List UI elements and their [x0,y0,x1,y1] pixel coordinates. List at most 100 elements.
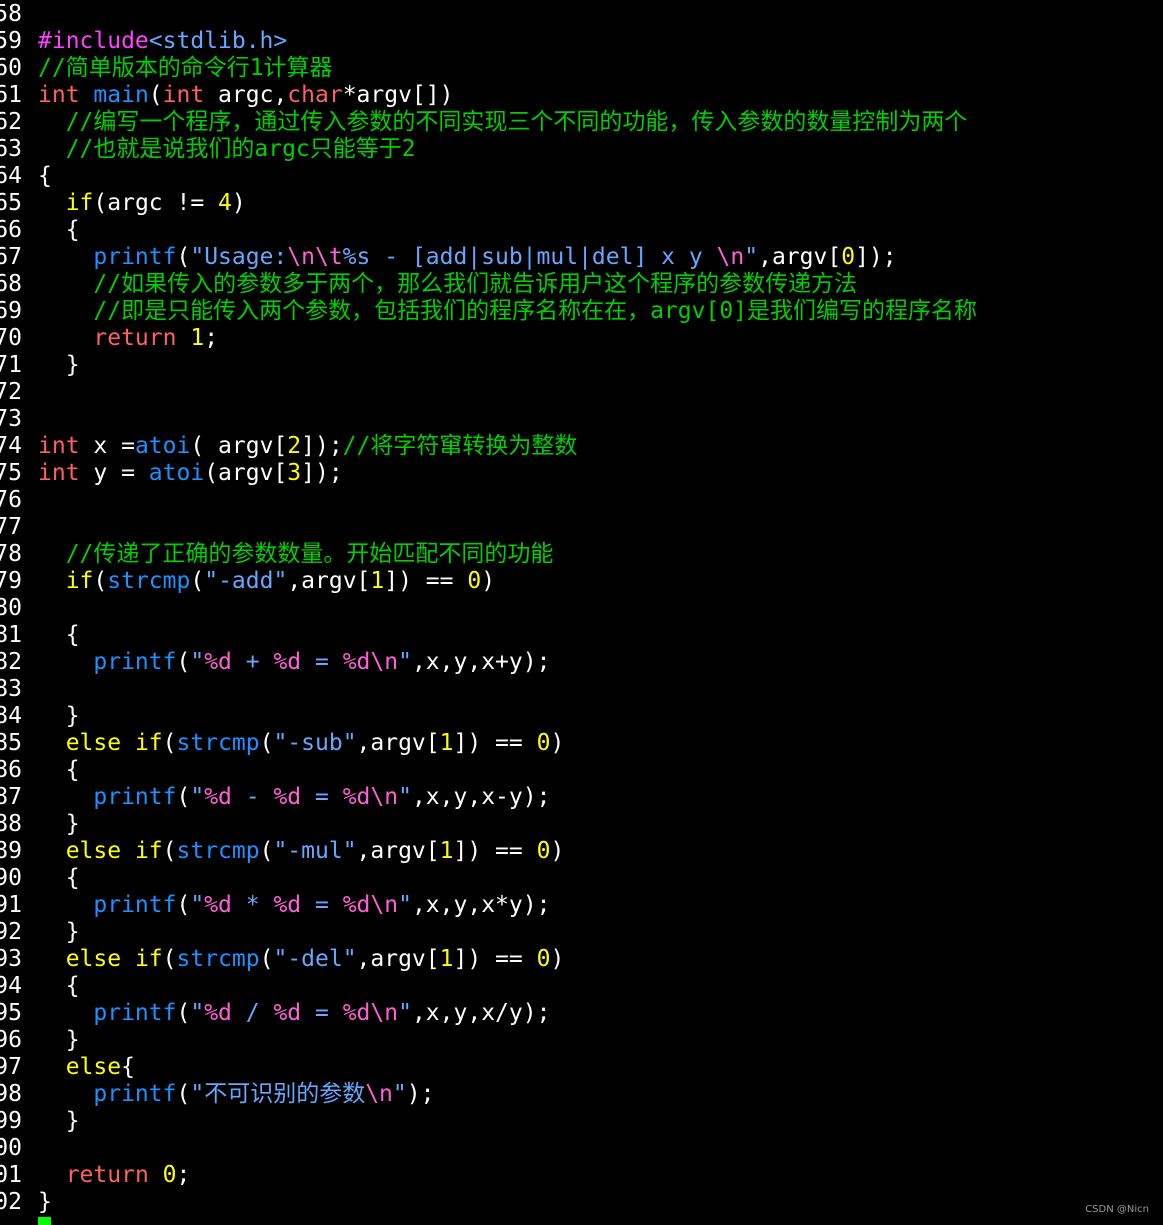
code-line[interactable]: 85 else if(strcmp("-sub",argv[1]) == 0) [0,730,1163,757]
code-area[interactable]: 58 59 #include<stdlib.h> 60 //简单版本的命令行1计算器 61… [0,1,1163,1216]
code-token: //将字符窜转换为整数 [342,433,578,459]
code-token: { [121,1054,135,1080]
code-line[interactable]: 81 { [0,622,1163,649]
code-line[interactable]: 71 } [0,352,1163,379]
code-token: ]) == [453,838,537,864]
code-line[interactable]: 95 printf("%d / %d = %d\n",x,y,x/y); [0,1000,1163,1027]
line-text: { [38,163,52,190]
code-token: } [38,919,80,945]
line-number: 65 [0,190,22,216]
code-line[interactable]: 82 printf("%d + %d = %d\n",x,y,x+y); [0,649,1163,676]
line-number: 74 [0,433,22,459]
code-line[interactable]: 93 else if(strcmp("-del",argv[1]) == 0) [0,946,1163,973]
code-line[interactable]: 86 { [0,757,1163,784]
code-line[interactable]: 60 //简单版本的命令行1计算器 [0,55,1163,82]
code-token: *argv[]) [342,82,454,108]
code-line[interactable]: 80 [0,595,1163,622]
code-line[interactable]: 76 [0,487,1163,514]
line-number: 64 [0,163,22,189]
code-token: ) [550,730,565,756]
line-text: } [38,811,80,838]
code-token: %d\n [342,784,399,810]
code-token: ( argv[ [190,433,288,459]
line-text: else if(strcmp("-del",argv[1]) == 0) [38,946,565,973]
code-token: "不可识别的参数 [190,1081,366,1107]
line-text: return 0; [38,1162,191,1189]
line-number: 82 [0,649,22,675]
code-line[interactable]: 74 int x =atoi( argv[2]);//将字符窜转换为整数 [0,433,1163,460]
code-token: " [392,1081,407,1107]
code-line[interactable]: 97 else{ [0,1054,1163,1081]
code-line[interactable]: 78 //传递了正确的参数数量。开始匹配不同的功能 [0,541,1163,568]
code-line[interactable]: 59 #include<stdlib.h> [0,28,1163,55]
code-line[interactable]: 75 int y = atoi(argv[3]); [0,460,1163,487]
line-number: 98 [0,1081,22,1107]
code-token: "-add" [204,568,288,594]
code-token: int [38,460,80,486]
code-line[interactable]: 91 printf("%d * %d = %d\n",x,y,x*y); [0,892,1163,919]
line-number: 58 [0,1,22,27]
line-text: int y = atoi(argv[3]); [38,460,343,487]
code-line[interactable]: 87 printf("%d - %d = %d\n",x,y,x-y); [0,784,1163,811]
code-token: " [190,784,205,810]
code-line[interactable]: 70 return 1; [0,325,1163,352]
code-token: "-mul" [273,838,357,864]
code-line[interactable]: 62 //编写一个程序，通过传入参数的不同实现三个不同的功能，传入参数的数量控制… [0,109,1163,136]
code-token: ( [162,730,177,756]
code-line[interactable]: 99 } [0,1108,1163,1135]
line-text: { [38,757,80,784]
code-line[interactable]: 72 [0,379,1163,406]
code-token: \n [365,1081,393,1107]
code-line[interactable]: 90 { [0,865,1163,892]
line-text: else if(strcmp("-sub",argv[1]) == 0) [38,730,565,757]
line-number: 77 [0,514,22,540]
code-line[interactable]: 02} [0,1189,1163,1216]
code-line[interactable]: 00 [0,1135,1163,1162]
code-line[interactable]: 94 { [0,973,1163,1000]
line-number: 89 [0,838,22,864]
code-line[interactable]: 88 } [0,811,1163,838]
line-number: 92 [0,919,22,945]
code-token: argc, [204,82,288,108]
code-token: int [38,433,80,459]
code-line[interactable]: 92 } [0,919,1163,946]
code-token: ( [190,568,205,594]
code-line[interactable]: 96 } [0,1027,1163,1054]
code-line[interactable]: 63 //也就是说我们的argc只能等于2 [0,136,1163,163]
code-token: ,argv[ [356,730,440,756]
code-line[interactable]: 66 { [0,217,1163,244]
code-token: ); [406,1081,435,1107]
code-line[interactable]: 65 if(argc != 4) [0,190,1163,217]
code-token: %d [204,1000,232,1026]
code-line[interactable]: 69 //即是只能传入两个参数，包括我们的程序名称在在，argv[0]是我们编写… [0,298,1163,325]
code-line[interactable]: 58 [0,1,1163,28]
code-line[interactable]: 01 return 0; [0,1162,1163,1189]
code-token: " [744,244,759,270]
code-token: ( [93,568,108,594]
code-token: 1 [439,946,454,972]
code-token: printf [93,1081,177,1107]
code-editor[interactable]: 58 59 #include<stdlib.h> 60 //简单版本的命令行1计算器 61… [0,0,1163,1225]
line-text: { [38,973,80,1000]
code-token: ( [259,838,274,864]
code-token: ]); [855,244,897,270]
code-line[interactable]: 77 [0,514,1163,541]
code-token: %d [273,649,302,675]
code-line[interactable]: 98 printf("不可识别的参数\n"); [0,1081,1163,1108]
code-line[interactable]: 83 [0,676,1163,703]
code-line[interactable]: 79 if(strcmp("-add",argv[1]) == 0) [0,568,1163,595]
code-line[interactable]: 64 { [0,163,1163,190]
code-line[interactable]: 84 } [0,703,1163,730]
code-line[interactable]: 68 //如果传入的参数多于两个，那么我们就告诉用户这个程序的参数传递方法 [0,271,1163,298]
code-line[interactable]: 61 int main(int argc,char*argv[]) [0,82,1163,109]
code-line[interactable]: 73 [0,406,1163,433]
code-token: %s - [add|sub|mul|del] x y [342,244,717,270]
code-token: ( [259,946,274,972]
line-number: 96 [0,1027,22,1053]
line-text: if(strcmp("-add",argv[1]) == 0) [38,568,495,595]
code-line[interactable]: 67 printf("Usage:\n\t%s - [add|sub|mul|d… [0,244,1163,271]
code-line[interactable]: 89 else if(strcmp("-mul",argv[1]) == 0) [0,838,1163,865]
